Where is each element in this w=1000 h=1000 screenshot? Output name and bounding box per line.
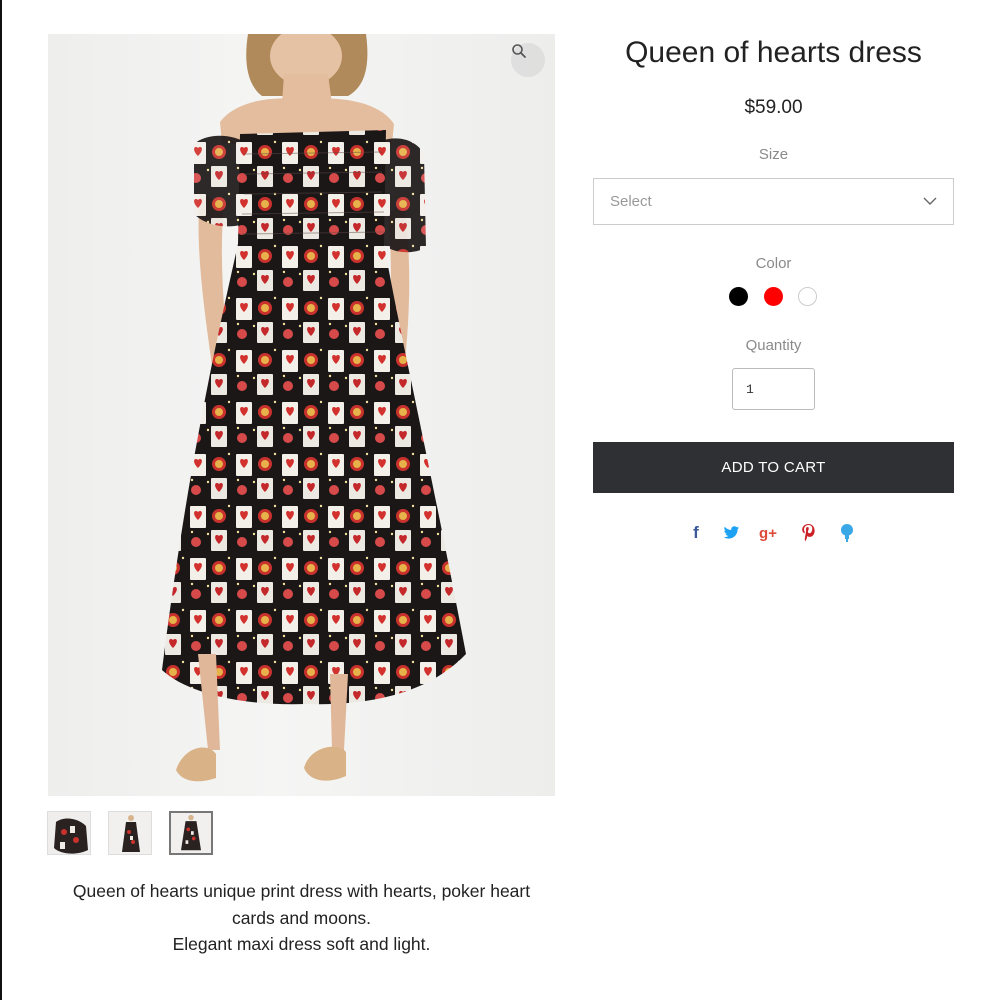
product-title: Queen of hearts dress (625, 36, 922, 69)
color-label: Color (755, 255, 792, 272)
product-price: $59.00 (744, 97, 803, 118)
color-swatch-red[interactable] (764, 287, 783, 306)
twitter-icon[interactable] (720, 522, 742, 544)
product-description: Queen of hearts unique print dress with … (48, 878, 555, 958)
color-swatch-white[interactable] (798, 287, 817, 306)
left-border (0, 0, 2, 1000)
size-select[interactable]: Select (593, 178, 954, 225)
zoom-button[interactable] (511, 43, 545, 77)
description-line: Elegant maxi dress soft and light. (172, 934, 431, 954)
fancy-icon[interactable] (836, 522, 858, 544)
color-swatch-black[interactable] (729, 287, 748, 306)
size-select-value: Select (610, 193, 652, 210)
thumbnail-2[interactable] (108, 811, 152, 855)
description-line: cards and moons. (231, 907, 372, 928)
facebook-icon[interactable]: f (685, 522, 707, 544)
quantity-input[interactable] (732, 368, 815, 410)
search-icon (512, 44, 526, 58)
size-label: Size (758, 146, 789, 163)
chevron-down-icon (923, 197, 937, 205)
quantity-label: Quantity (745, 337, 802, 354)
pinterest-icon[interactable] (797, 522, 819, 544)
product-image[interactable] (48, 34, 555, 796)
add-to-cart-button[interactable]: ADD TO CART (593, 442, 954, 493)
google-plus-icon[interactable]: g+ (757, 522, 779, 544)
description-line: Queen of hearts unique print dress with … (72, 881, 531, 901)
thumbnail-3[interactable] (169, 811, 213, 855)
thumbnail-1[interactable] (47, 811, 91, 855)
